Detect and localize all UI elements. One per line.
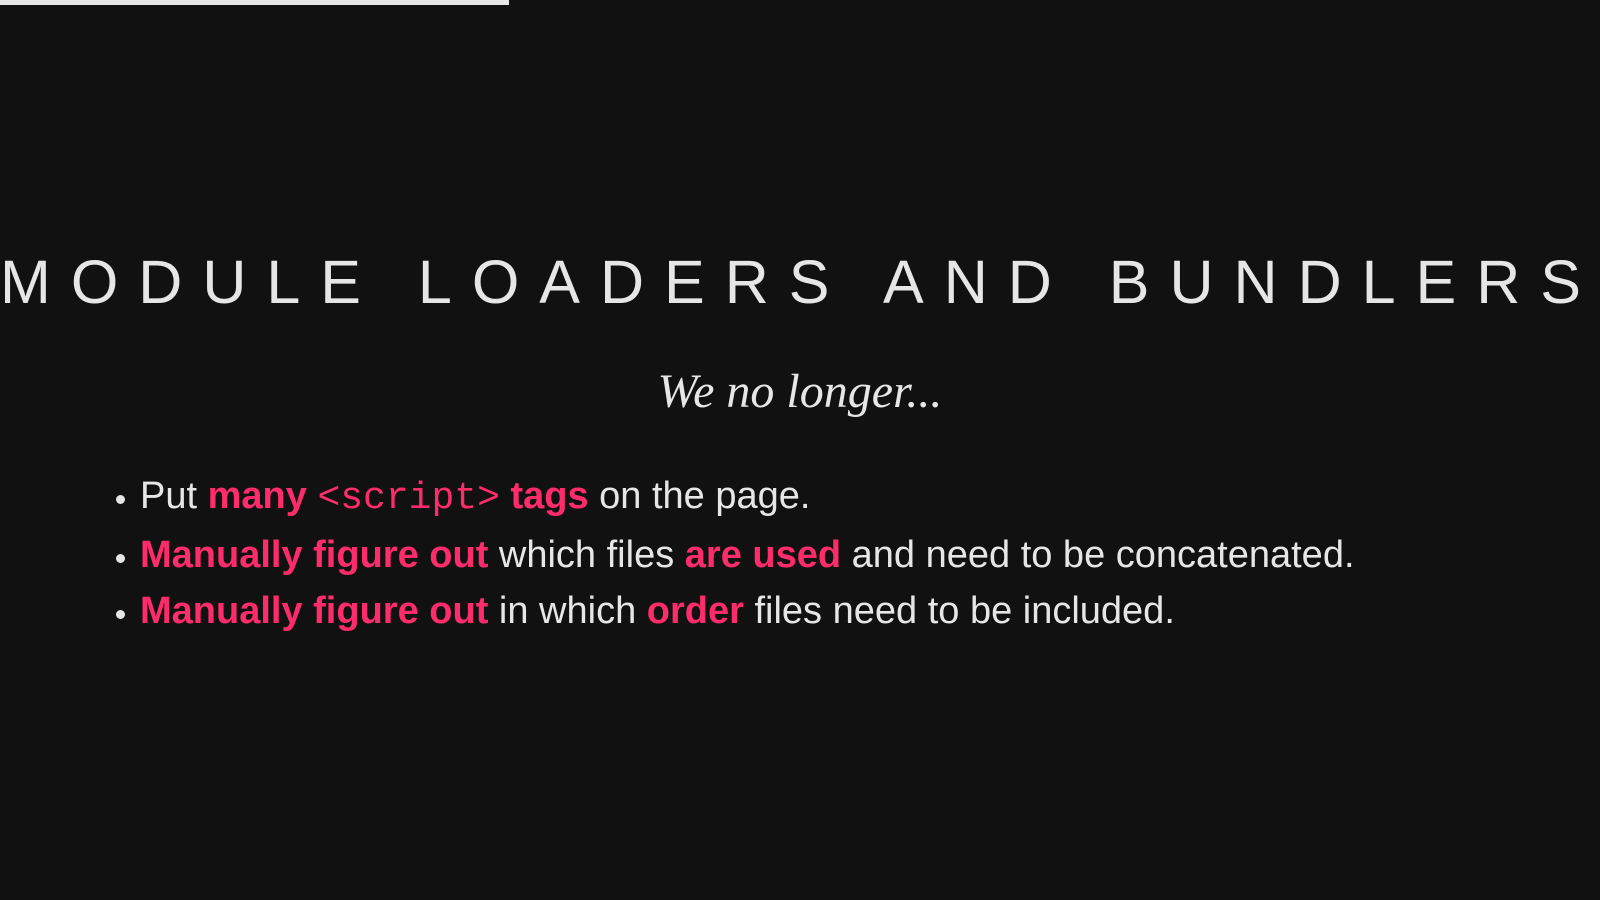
bullet-text: on the page. [588, 475, 811, 517]
bullet-item: Put many <script> tags on the page. [140, 468, 1355, 527]
progress-bar-fill [0, 0, 509, 5]
bullet-highlight: are used [684, 534, 842, 576]
bullet-text [500, 475, 511, 517]
slide: MODULE LOADERS AND BUNDLERS We no longer… [0, 0, 1600, 900]
slide-title: MODULE LOADERS AND BUNDLERS [0, 248, 1600, 316]
bullet-highlight: tags [510, 475, 589, 517]
bullet-item: Manually figure out which files are used… [140, 527, 1355, 583]
bullet-highlight: Manually figure out [140, 590, 489, 632]
slide-subtitle: We no longer... [657, 365, 943, 418]
bullet-text: which files [488, 534, 685, 576]
bullet-highlight: order [646, 590, 744, 632]
bullet-text [307, 475, 318, 517]
bullet-text: in which [488, 590, 647, 632]
bullet-list: Put many <script> tags on the page. Manu… [98, 468, 1355, 639]
bullet-highlight: many [207, 475, 307, 517]
bullet-highlight: Manually figure out [140, 534, 489, 576]
progress-bar [0, 0, 1600, 5]
bullet-text: Put [140, 475, 208, 517]
bullet-item: Manually figure out in which order files… [140, 583, 1355, 639]
bullet-code: <script> [317, 477, 500, 520]
bullet-text: files need to be included. [743, 590, 1175, 632]
bullet-text: and need to be concatenated. [841, 534, 1355, 576]
